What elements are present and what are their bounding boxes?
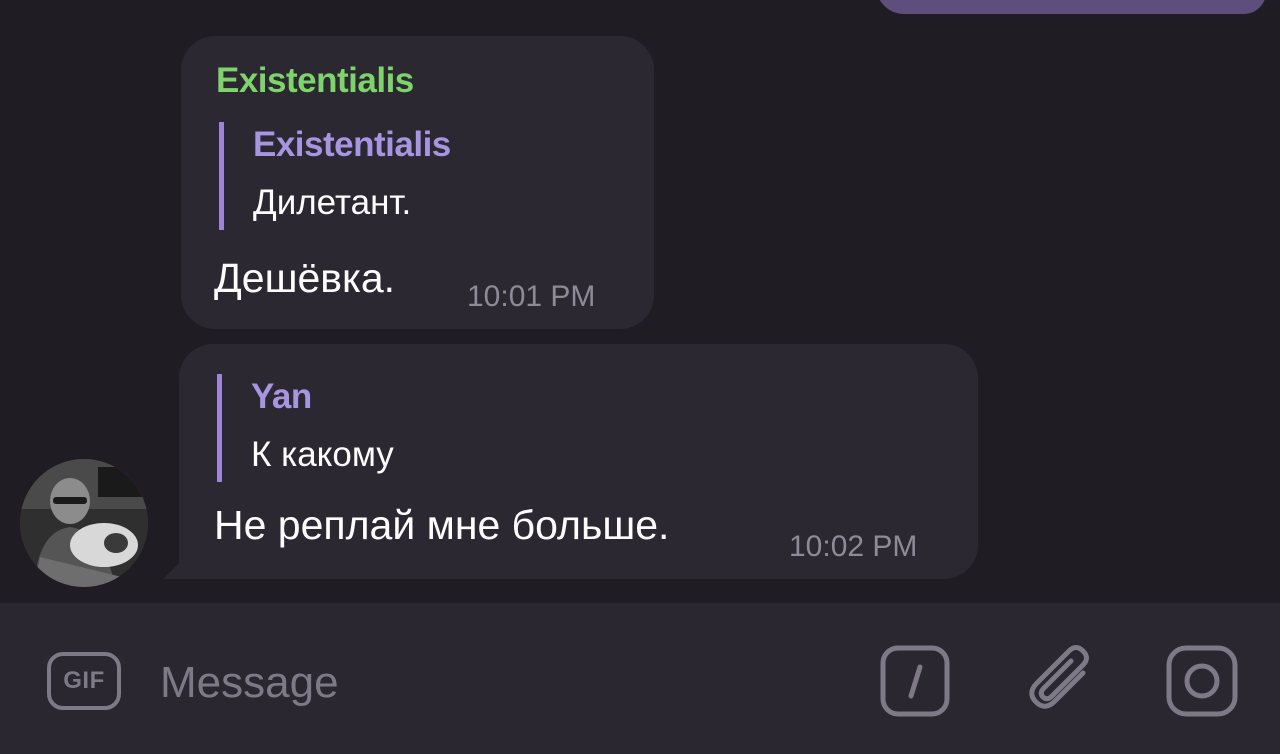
message-bubble[interactable]: Yan К какому Не реплай мне больше. 10:02… <box>179 344 978 579</box>
message-text: Дешёвка. <box>214 255 396 301</box>
user-avatar[interactable] <box>20 459 148 587</box>
reply-text: К какому <box>251 435 394 474</box>
paperclip-icon <box>1029 645 1089 709</box>
avatar-photo <box>20 459 148 587</box>
chat-area: Existentialis Existentialis Дилетант. Де… <box>0 0 1280 603</box>
message-text: Не реплай мне больше. <box>214 502 670 548</box>
slash-command-icon <box>880 645 950 717</box>
reply-author: Existentialis <box>253 125 451 164</box>
sender-name[interactable]: Existentialis <box>216 61 414 101</box>
message-time: 10:02 PM <box>789 530 918 563</box>
camera-icon <box>1166 645 1238 717</box>
message-bubble[interactable]: Existentialis Existentialis Дилетант. Де… <box>181 36 654 329</box>
bot-commands-button[interactable] <box>880 645 950 717</box>
attach-button[interactable] <box>1025 643 1097 719</box>
reply-text: Дилетант. <box>253 183 412 222</box>
own-message-bubble[interactable] <box>876 0 1266 14</box>
message-time: 10:01 PM <box>467 280 596 313</box>
message-input[interactable] <box>160 648 840 718</box>
reply-quote[interactable]: Existentialis Дилетант. <box>219 122 451 230</box>
reply-quote[interactable]: Yan К какому <box>217 374 394 482</box>
camera-button[interactable] <box>1166 645 1238 717</box>
reply-author: Yan <box>251 377 312 416</box>
gif-button[interactable]: GIF <box>47 652 121 710</box>
